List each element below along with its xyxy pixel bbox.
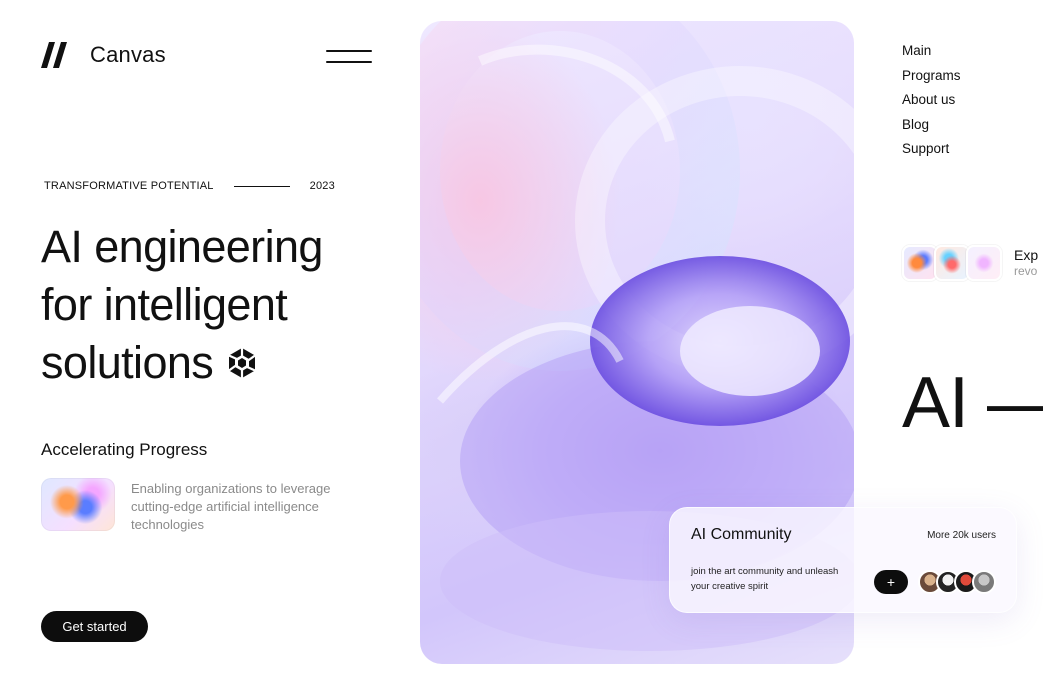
nav-item-programs[interactable]: Programs [902, 67, 961, 85]
explore-thumbnails [902, 245, 1002, 281]
feature-block: Enabling organizations to leverage cutti… [41, 478, 371, 534]
feature-description: Enabling organizations to leverage cutti… [131, 481, 331, 532]
double-slash-logo-icon [41, 42, 67, 68]
headline-line-2: for intelligent [41, 279, 288, 330]
eyebrow-year: 2023 [309, 180, 335, 192]
join-community-button[interactable]: + [874, 570, 908, 594]
eyebrow-divider [233, 185, 290, 187]
explore-teaser[interactable]: Exp revo [902, 245, 1038, 281]
nav-item-support[interactable]: Support [902, 140, 961, 158]
hero-headline: AI engineering for intelligent solutions [41, 218, 411, 392]
get-started-button[interactable]: Get started [41, 611, 148, 642]
explore-thumbnail [966, 245, 1002, 281]
headline-line-1: AI engineering [41, 221, 323, 272]
hamburger-menu-icon[interactable] [326, 45, 372, 67]
community-users-count: More 20k users [927, 530, 996, 541]
explore-title: Exp [1014, 247, 1039, 263]
eyebrow: TRANSFORMATIVE POTENTIAL 2023 [44, 180, 349, 192]
feature-title: Accelerating Progress [41, 440, 208, 459]
big-ai-heading: AI — [902, 363, 1043, 443]
brand-logo[interactable]: Canvas [40, 40, 166, 70]
community-description: join the art community and unleash your … [691, 566, 839, 592]
main-nav: Main Programs About us Blog Support [902, 42, 961, 158]
hexagon-aperture-icon [228, 348, 256, 378]
explore-thumbnail [902, 245, 938, 281]
member-avatars [918, 570, 996, 594]
headline-line-3-text: solutions [41, 337, 214, 388]
nav-item-blog[interactable]: Blog [902, 116, 961, 134]
explore-text: Exp revo [1014, 247, 1038, 279]
brand-name: Canvas [90, 42, 166, 67]
explore-subtitle: revo [1014, 264, 1038, 278]
nav-item-about-us[interactable]: About us [902, 91, 961, 109]
community-card[interactable]: AI Community More 20k users join the art… [669, 507, 1017, 613]
headline-line-3: solutions [41, 334, 411, 392]
hamburger-line-top [326, 49, 372, 52]
eyebrow-label: TRANSFORMATIVE POTENTIAL [44, 180, 214, 192]
feature-thumbnail [41, 478, 115, 531]
community-title: AI Community [691, 526, 792, 543]
hamburger-line-bottom [326, 60, 372, 63]
explore-thumbnail [934, 245, 970, 281]
nav-item-main[interactable]: Main [902, 42, 961, 60]
avatar [972, 570, 996, 594]
